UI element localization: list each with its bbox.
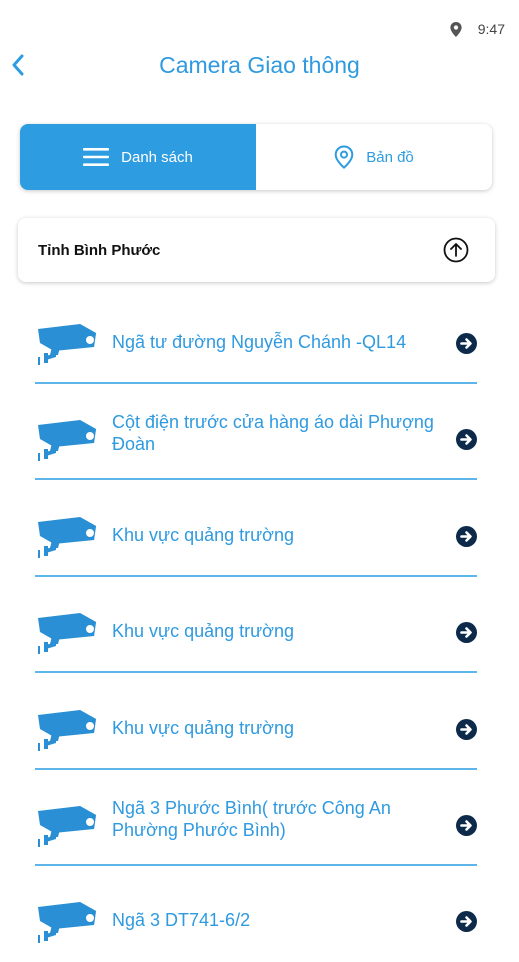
- camera-list-item[interactable]: Khu vực quảng trường: [0, 674, 519, 770]
- province-name: Tỉnh Bình Phước: [38, 242, 161, 259]
- arrow-right-circle-icon[interactable]: [456, 333, 477, 354]
- location-status-icon: [450, 21, 462, 37]
- menu-icon: [83, 148, 110, 166]
- page-title: Camera Giao thông: [159, 52, 360, 78]
- camera-icon: [34, 895, 100, 945]
- status-right: 9:47: [450, 21, 505, 37]
- camera-icon: [34, 510, 100, 560]
- camera-label: Ngã 3 DT741-6/2: [112, 910, 251, 930]
- camera-icon: [34, 799, 100, 849]
- camera-list-item[interactable]: Ngã tư đường Nguyễn Chánh -QL14: [0, 288, 519, 384]
- camera-list-item[interactable]: Ngã 3 DT741-6/2: [0, 866, 519, 962]
- camera-label: Khu vực quảng trường: [112, 718, 295, 738]
- list-divider: [35, 671, 477, 673]
- arrow-right-circle-icon[interactable]: [456, 429, 477, 450]
- camera-list-item[interactable]: Ngã 3 Phước Bình( trước Công An Phường P…: [0, 770, 519, 866]
- arrow-right-circle-icon[interactable]: [456, 815, 477, 836]
- camera-label: Ngã 3 Phước Bình( trước Công An Phường P…: [112, 798, 391, 840]
- camera-label: Ngã tư đường Nguyễn Chánh -QL14: [112, 332, 407, 352]
- location-pin-icon: [334, 145, 354, 169]
- province-header[interactable]: Tỉnh Bình Phước: [18, 218, 495, 282]
- tab-list[interactable]: Danh sách: [20, 124, 256, 190]
- camera-label: Khu vực quảng trường: [112, 525, 295, 545]
- camera-icon: [34, 703, 100, 753]
- arrow-up-circle-icon[interactable]: [443, 237, 469, 263]
- status-time: 9:47: [477, 21, 505, 37]
- camera-label: Khu vực quảng trường: [112, 621, 295, 641]
- camera-label: Cột điện trước cửa hàng áo dài Phượng Đo…: [112, 412, 434, 454]
- arrow-right-circle-icon[interactable]: [456, 911, 477, 932]
- status-bar: 9:47: [0, 0, 519, 40]
- camera-icon: [34, 317, 100, 367]
- tab-map[interactable]: Bản đồ: [256, 124, 492, 190]
- camera-icon: [34, 413, 100, 463]
- app-bar: Camera Giao thông: [0, 40, 519, 96]
- camera-list-item[interactable]: Khu vực quảng trường: [0, 577, 519, 673]
- tab-list-label: Danh sách: [121, 148, 193, 166]
- arrow-right-circle-icon[interactable]: [456, 526, 477, 547]
- view-switcher: Danh sách Bản đồ: [20, 124, 492, 190]
- arrow-right-circle-icon[interactable]: [456, 622, 477, 643]
- list-divider: [35, 478, 477, 480]
- arrow-right-circle-icon[interactable]: [456, 719, 477, 740]
- tab-map-label: Bản đồ: [366, 148, 414, 166]
- camera-list-item[interactable]: Cột điện trước cửa hàng áo dài Phượng Đo…: [0, 384, 519, 480]
- camera-icon: [34, 606, 100, 656]
- camera-list-item[interactable]: Khu vực quảng trường: [0, 481, 519, 577]
